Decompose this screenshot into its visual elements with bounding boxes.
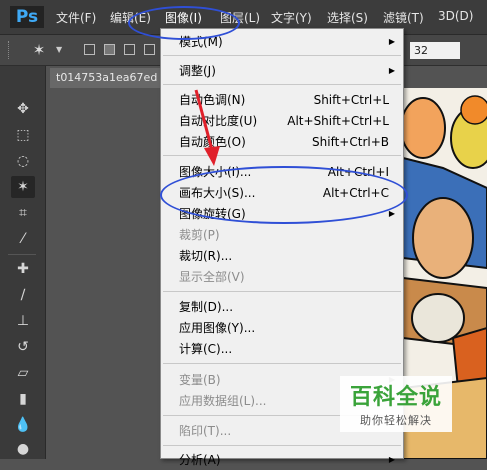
watermark-title: 百科全说	[349, 385, 442, 410]
watermark-subtitle: 助你轻松解决	[360, 414, 432, 427]
watermark-badge: 百科全说 助你轻松解决	[340, 376, 452, 432]
